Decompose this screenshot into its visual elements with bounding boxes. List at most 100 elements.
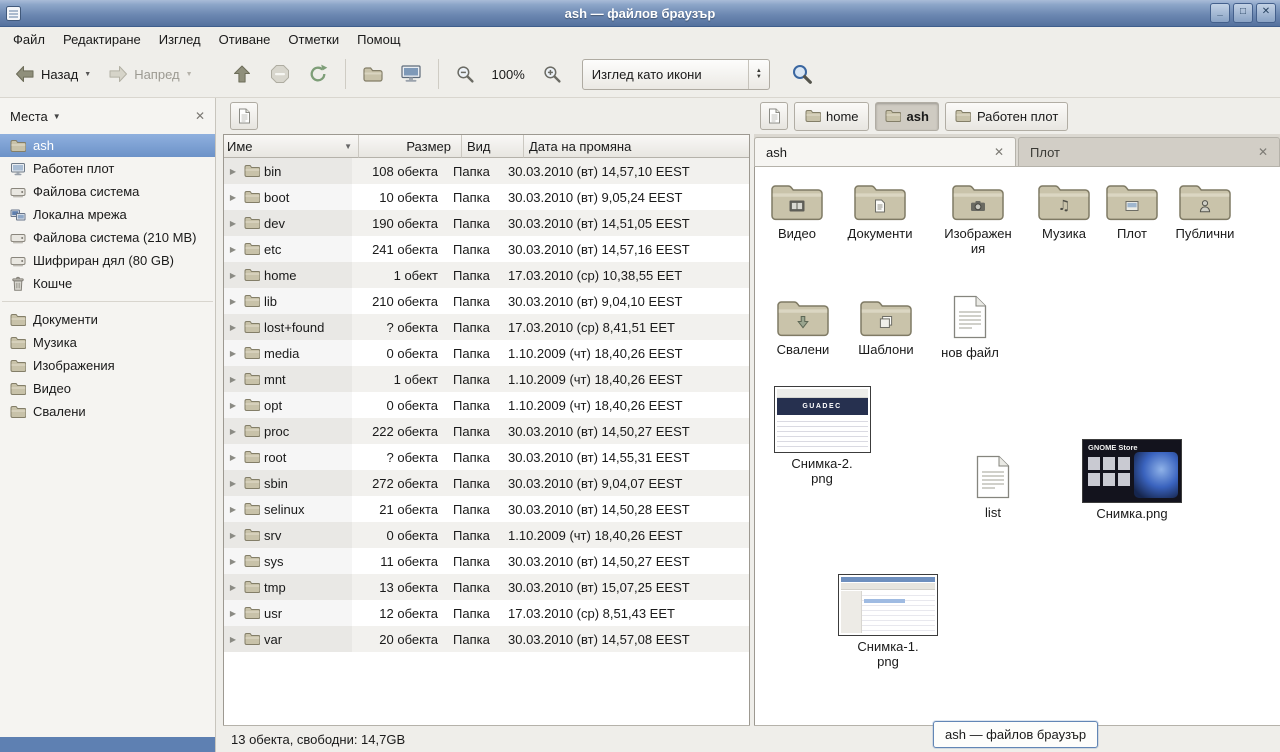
expander-icon[interactable]: ▶ (227, 401, 239, 410)
icon-item-documents[interactable]: Документи (835, 181, 925, 241)
expander-icon[interactable]: ▶ (227, 453, 239, 462)
sidebar-item-filesystem[interactable]: Файлова система (0, 180, 215, 203)
file-row-sbin[interactable]: ▶sbin272 обектаПапка30.03.2010 (вт) 9,04… (224, 470, 749, 496)
view-mode-select[interactable]: Изглед като икони ▲▼ (582, 59, 770, 90)
file-row-selinux[interactable]: ▶selinux21 обектаПапка30.03.2010 (вт) 14… (224, 496, 749, 522)
menu-edit[interactable]: Редактиране (54, 29, 150, 50)
pathbar-scroll-button[interactable] (760, 102, 788, 130)
titlebar[interactable]: ash — файлов браузър _ □ ✕ (0, 0, 1280, 27)
maximize-button[interactable]: □ (1233, 3, 1253, 23)
up-button[interactable] (223, 57, 261, 91)
back-dropdown-icon[interactable]: ▼ (84, 71, 91, 78)
file-row-mnt[interactable]: ▶mnt1 обектПапка1.10.2009 (чт) 18,40,26 … (224, 366, 749, 392)
sidebar-item-desktop[interactable]: Работен плот (0, 157, 215, 180)
reload-button[interactable] (299, 57, 337, 91)
sidebar-item-documents[interactable]: Документи (0, 308, 215, 331)
menu-bookmarks[interactable]: Отметки (279, 29, 348, 50)
sidebar-item-encrypted-80gb[interactable]: Шифриран дял (80 GB) (0, 249, 215, 272)
expander-icon[interactable]: ▶ (227, 297, 239, 306)
home-button[interactable] (354, 57, 392, 91)
stop-button[interactable] (261, 57, 299, 91)
expander-icon[interactable]: ▶ (227, 557, 239, 566)
expander-icon[interactable]: ▶ (227, 219, 239, 228)
expander-icon[interactable]: ▶ (227, 193, 239, 202)
pane-splitter[interactable] (216, 98, 223, 752)
icon-item-pictures[interactable]: Изображения (933, 181, 1023, 256)
sidebar-item-filesystem-210mb[interactable]: Файлова система (210 MB) (0, 226, 215, 249)
icon-item-video[interactable]: Видео (754, 181, 842, 241)
forward-button[interactable]: Напред ▼ (99, 57, 200, 91)
zoom-out-button[interactable] (447, 57, 483, 91)
expander-icon[interactable]: ▶ (227, 323, 239, 332)
search-button[interactable] (782, 57, 822, 91)
sidebar-item-trash[interactable]: Кошче (0, 272, 215, 295)
icon-item-snimka-2[interactable]: GUADECСнимка-2.png (770, 386, 874, 486)
file-row-opt[interactable]: ▶opt0 обектаПапка1.10.2009 (чт) 18,40,26… (224, 392, 749, 418)
file-row-proc[interactable]: ▶proc222 обектаПапка30.03.2010 (вт) 14,5… (224, 418, 749, 444)
file-row-home[interactable]: ▶home1 обектПапка17.03.2010 (ср) 10,38,5… (224, 262, 749, 288)
back-button[interactable]: Назад ▼ (6, 57, 99, 91)
sidebar-item-music[interactable]: Музика (0, 331, 215, 354)
file-row-lib[interactable]: ▶lib210 обектаПапка30.03.2010 (вт) 9,04,… (224, 288, 749, 314)
tab-close-icon[interactable]: ✕ (1258, 145, 1268, 159)
file-row-etc[interactable]: ▶etc241 обектаПапка30.03.2010 (вт) 14,57… (224, 236, 749, 262)
menu-help[interactable]: Помощ (348, 29, 409, 50)
expander-icon[interactable]: ▶ (227, 635, 239, 644)
expander-icon[interactable]: ▶ (227, 349, 239, 358)
column-header-date[interactable]: Дата на промяна (524, 135, 749, 158)
close-button[interactable]: ✕ (1256, 3, 1276, 23)
column-header-type[interactable]: Вид (462, 135, 524, 158)
minimize-button[interactable]: _ (1210, 3, 1230, 23)
menu-go[interactable]: Отиване (210, 29, 280, 50)
path-button-home[interactable]: home (794, 102, 869, 131)
icon-item-snimka-1[interactable]: Снимка-1.png (836, 574, 940, 669)
menubar: ФайлРедактиранеИзгледОтиванеОтметкиПомощ (0, 27, 1280, 51)
sidebar-title[interactable]: Места (10, 109, 48, 124)
expander-icon[interactable]: ▶ (227, 479, 239, 488)
file-row-srv[interactable]: ▶srv0 обектаПапка1.10.2009 (чт) 18,40,26… (224, 522, 749, 548)
icon-item-templates[interactable]: Шаблони (841, 297, 931, 357)
expander-icon[interactable]: ▶ (227, 271, 239, 280)
sidebar-item-pictures[interactable]: Изображения (0, 354, 215, 377)
sidebar-close-icon[interactable]: ✕ (195, 109, 205, 123)
pane-location-button[interactable] (230, 102, 258, 130)
file-row-var[interactable]: ▶var20 обектаПапка30.03.2010 (вт) 14,57,… (224, 626, 749, 652)
expander-icon[interactable]: ▶ (227, 609, 239, 618)
tab-ash[interactable]: ash✕ (754, 137, 1016, 166)
tab-plot[interactable]: Плот✕ (1018, 137, 1280, 166)
file-row-bin[interactable]: ▶bin108 обектаПапка30.03.2010 (вт) 14,57… (224, 158, 749, 184)
menu-file[interactable]: Файл (4, 29, 54, 50)
expander-icon[interactable]: ▶ (227, 505, 239, 514)
file-row-usr[interactable]: ▶usr12 обектаПапка17.03.2010 (ср) 8,51,4… (224, 600, 749, 626)
tab-close-icon[interactable]: ✕ (994, 145, 1004, 159)
file-row-root[interactable]: ▶root? обектаПапка30.03.2010 (вт) 14,55,… (224, 444, 749, 470)
icon-item-snimka[interactable]: GNOME StoreСнимка.png (1080, 439, 1184, 521)
file-row-boot[interactable]: ▶boot10 обектаПапка30.03.2010 (вт) 9,05,… (224, 184, 749, 210)
column-header-name[interactable]: Име▼ (224, 135, 359, 158)
file-row-media[interactable]: ▶media0 обектаПапка1.10.2009 (чт) 18,40,… (224, 340, 749, 366)
expander-icon[interactable]: ▶ (227, 245, 239, 254)
icon-item-list[interactable]: list (948, 455, 1038, 520)
path-button-desktop[interactable]: Работен плот (945, 102, 1068, 131)
sidebar-item-ash[interactable]: ash (0, 134, 215, 157)
icon-item-downloads[interactable]: Свалени (758, 297, 848, 357)
icon-item-new-file[interactable]: нов файл (925, 295, 1015, 360)
expander-icon[interactable]: ▶ (227, 167, 239, 176)
path-button-ash[interactable]: ash (875, 102, 939, 131)
sidebar-item-local-network[interactable]: Локална мрежа (0, 203, 215, 226)
expander-icon[interactable]: ▶ (227, 375, 239, 384)
column-header-size[interactable]: Размер (359, 135, 462, 158)
expander-icon[interactable]: ▶ (227, 583, 239, 592)
expander-icon[interactable]: ▶ (227, 531, 239, 540)
file-row-dev[interactable]: ▶dev190 обектаПапка30.03.2010 (вт) 14,51… (224, 210, 749, 236)
expander-icon[interactable]: ▶ (227, 427, 239, 436)
sidebar-item-video[interactable]: Видео (0, 377, 215, 400)
icon-item-public[interactable]: Публични (1160, 181, 1250, 241)
menu-view[interactable]: Изглед (150, 29, 210, 50)
file-row-lost+found[interactable]: ▶lost+found? обектаПапка17.03.2010 (ср) … (224, 314, 749, 340)
file-row-tmp[interactable]: ▶tmp13 обектаПапка30.03.2010 (вт) 15,07,… (224, 574, 749, 600)
computer-button[interactable] (392, 57, 430, 91)
file-row-sys[interactable]: ▶sys11 обектаПапка30.03.2010 (вт) 14,50,… (224, 548, 749, 574)
zoom-in-button[interactable] (534, 57, 570, 91)
sidebar-item-downloads[interactable]: Свалени (0, 400, 215, 423)
